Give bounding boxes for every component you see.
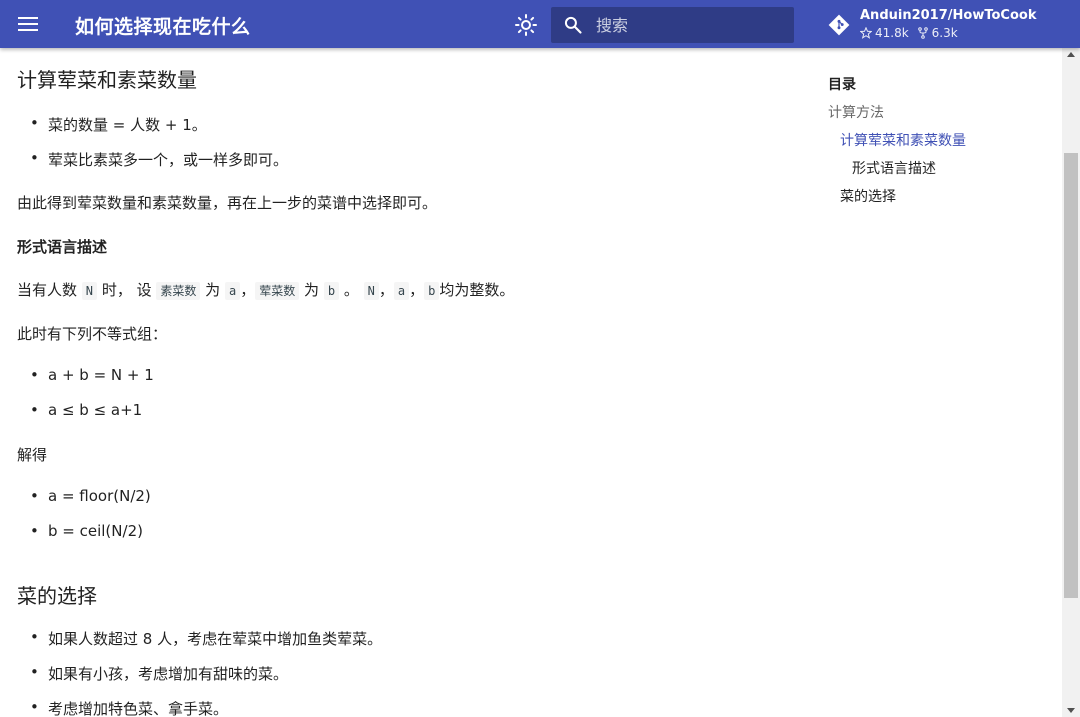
stars-count: 41.8k: [860, 26, 909, 40]
heading-formal: 形式语言描述: [17, 238, 108, 256]
formal-line: 当有人数 N 时， 设 素菜数 为 a，荤菜数 为 b 。 N， a， b 均为整数。: [17, 281, 515, 300]
list-item: a ≤ b ≤ a+1: [30, 401, 142, 419]
brightness-icon[interactable]: [514, 13, 538, 37]
search-icon: [564, 16, 582, 34]
list-item: b = ceil(N/2): [30, 522, 143, 540]
search-input[interactable]: [596, 7, 786, 43]
list-item: 如果有小孩，考虑增加有甜味的菜。: [30, 663, 288, 684]
toc-item-calc-method[interactable]: 计算方法: [828, 102, 884, 122]
list-item: a + b = N + 1: [30, 366, 154, 384]
code-meat: 荤菜数: [255, 282, 300, 300]
fork-icon: [917, 27, 928, 39]
repo-facts: 41.8k 6.3k: [860, 26, 958, 40]
toc-title: 目录: [828, 77, 856, 93]
list-item: 菜的数量 = 人数 + 1。: [30, 114, 207, 135]
toc-item-choice[interactable]: 菜的选择: [840, 186, 896, 206]
repo-name: Anduin2017/HowToCook: [860, 8, 1037, 23]
menu-icon[interactable]: [18, 14, 40, 34]
code-n: N: [81, 282, 98, 300]
forks-count: 6.3k: [917, 26, 958, 40]
scrollbar[interactable]: [1062, 48, 1080, 717]
toc-item-count[interactable]: 计算荤菜和素菜数量: [840, 130, 966, 150]
paragraph: 由此得到荤菜数量和素菜数量，再在上一步的菜谱中选择即可。: [17, 194, 438, 212]
code-n: N: [363, 282, 379, 300]
code-b: b: [424, 282, 440, 300]
code-a: a: [224, 282, 241, 300]
code-a: a: [393, 282, 410, 300]
site-title[interactable]: 如何选择现在吃什么: [75, 12, 251, 39]
code-b: b: [323, 282, 340, 300]
app-header: 如何选择现在吃什么 Anduin2017/HowToCook: [0, 0, 1080, 48]
repo-link[interactable]: Anduin2017/HowToCook 41.8k 6.3k: [828, 6, 1068, 44]
list-item: 如果人数超过 8 人，考虑在荤菜中增加鱼类荤菜。: [30, 628, 382, 649]
paragraph: 此时有下列不等式组：: [17, 325, 168, 343]
list-item: 考虑增加特色菜、拿手菜。: [30, 698, 228, 717]
git-icon: [828, 14, 850, 36]
heading-choice: 菜的选择: [17, 584, 97, 608]
heading-count: 计算荤菜和素菜数量: [17, 68, 197, 92]
paragraph: 解得: [17, 446, 48, 464]
scroll-up-icon[interactable]: [1062, 48, 1080, 62]
scrollbar-thumb[interactable]: [1064, 153, 1078, 598]
list-item: a = floor(N/2): [30, 487, 151, 505]
scroll-down-icon[interactable]: [1062, 703, 1080, 717]
toc-item-formal[interactable]: 形式语言描述: [852, 158, 936, 178]
code-veg: 素菜数: [156, 282, 201, 300]
search-box[interactable]: [551, 7, 794, 43]
list-item: 荤菜比素菜多一个，或一样多即可。: [30, 149, 288, 170]
star-icon: [860, 27, 872, 39]
